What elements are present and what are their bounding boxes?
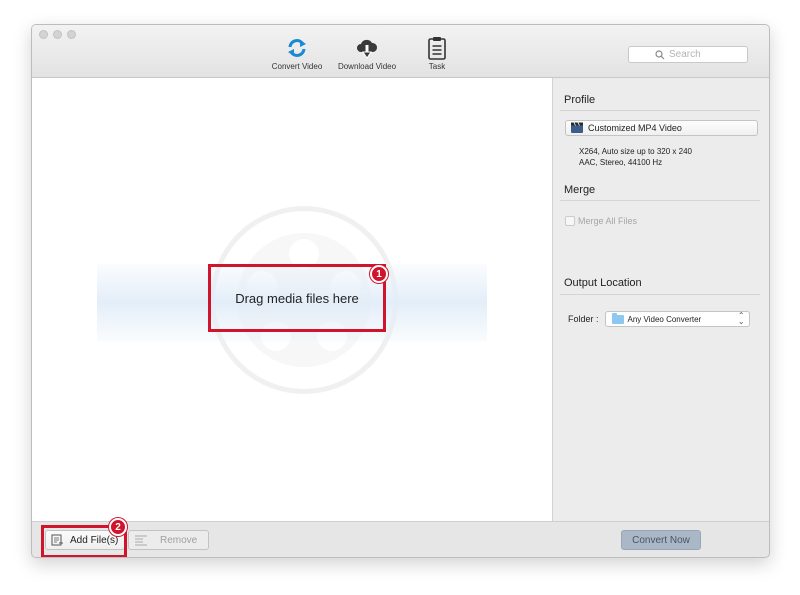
drop-area[interactable]: Drag media files here 1 [32, 78, 553, 521]
merge-title: Merge [564, 184, 596, 196]
refresh-icon [268, 35, 326, 61]
folder-label: Folder : [568, 314, 599, 324]
download-video-label: Download Video [337, 62, 397, 71]
close-window-button[interactable] [39, 30, 48, 39]
clipboard-icon [417, 35, 457, 61]
app-window: Convert Video Download Video Task Search… [31, 24, 770, 558]
search-input[interactable] [669, 49, 721, 60]
output-location-title: Output Location [564, 277, 642, 289]
folder-select[interactable]: Any Video Converter ⌃ ⌄ [604, 311, 750, 327]
convert-video-label: Convert Video [271, 62, 323, 71]
task-tool[interactable]: Task [417, 35, 457, 71]
divider [560, 294, 760, 295]
settings-panel: Profile Customized MP4 Video X264, Auto … [554, 78, 769, 521]
profile-desc-video: X264, Auto size up to 320 x 240 [579, 147, 692, 156]
remove-button[interactable]: Remove [128, 530, 209, 550]
profile-title: Profile [564, 94, 596, 106]
search-icon [655, 49, 665, 59]
merge-all-files-label: Merge All Files [578, 216, 638, 226]
profile-value: Customized MP4 Video [588, 123, 682, 133]
toolbar: Convert Video Download Video Task Search [32, 25, 769, 78]
checkbox-box[interactable] [565, 216, 575, 226]
folder-value: Any Video Converter [627, 314, 702, 324]
convert-video-tool[interactable]: Convert Video [268, 35, 326, 71]
remove-label: Remove [160, 534, 198, 546]
bottom-bar: Add File(s) Remove Convert Now 2 [32, 518, 769, 557]
annotation-box-1 [208, 264, 386, 332]
folder-row: Folder : Any Video Converter ⌃ ⌄ [568, 311, 750, 327]
zoom-window-button[interactable] [67, 30, 76, 39]
profile-select[interactable]: Customized MP4 Video [565, 120, 758, 136]
divider [560, 110, 760, 111]
task-label: Task [428, 62, 446, 71]
annotation-badge-1: 1 [370, 265, 388, 283]
cloud-download-icon [334, 35, 400, 61]
profile-desc-audio: AAC, Stereo, 44100 Hz [579, 158, 663, 167]
folder-icon [611, 312, 624, 324]
search-field[interactable] [628, 46, 748, 63]
minimize-window-button[interactable] [53, 30, 62, 39]
divider [560, 200, 760, 201]
video-clapper-icon [571, 122, 583, 133]
updown-chevron-icon: ⌃ ⌄ [737, 311, 745, 326]
remove-list-icon [135, 535, 147, 546]
annotation-badge-2: 2 [109, 518, 127, 536]
merge-all-files-checkbox[interactable]: Merge All Files [565, 216, 637, 226]
download-video-tool[interactable]: Download Video [334, 35, 400, 71]
convert-now-button[interactable]: Convert Now [621, 530, 701, 550]
